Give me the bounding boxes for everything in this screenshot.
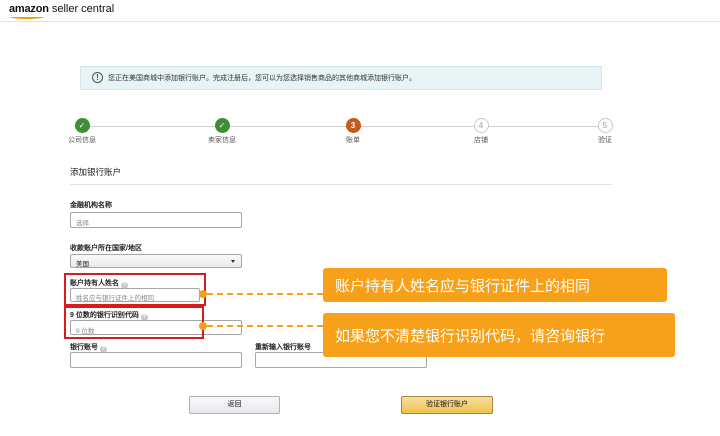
account-confirm-label: 重新输入银行账号	[255, 344, 311, 351]
verify-bank-account-button[interactable]: 验证银行账户	[401, 396, 493, 414]
routing-tip-callout: 如果您不清楚银行识别代码，请咨询银行	[323, 313, 675, 357]
step-current-number: 3	[345, 118, 361, 133]
info-banner: ! 您正在美国商城中添加银行账户。完成注册后，您可以为您选择销售商品的其他商城添…	[80, 66, 602, 90]
routing-connector-dot	[199, 322, 207, 330]
step-pending-number: 4	[473, 118, 489, 133]
step-label: 公司信息	[68, 137, 96, 144]
logo-brand: amazon	[9, 3, 49, 15]
amazon-seller-central-logo[interactable]: amazon seller central	[9, 3, 115, 19]
step-label: 验证	[598, 137, 612, 144]
step-done-check-icon: ✓	[214, 118, 230, 133]
account-number-input[interactable]	[70, 352, 242, 368]
step-billing: 3 账单	[323, 118, 383, 145]
step-verification: 5 验证	[575, 118, 635, 145]
logo-smile-icon	[10, 15, 44, 19]
section-title: 添加银行账户	[70, 167, 122, 177]
country-select[interactable]: 美国	[70, 254, 242, 268]
registration-stepper: ✓ 公司信息 ✓ 卖家信息 3 账单 4 店铺 5 验证	[66, 118, 626, 148]
back-button[interactable]: 返回	[189, 396, 280, 414]
institution-label: 金融机构名称	[70, 202, 112, 209]
step-label: 账单	[346, 137, 360, 144]
holder-connector-line	[207, 293, 323, 295]
chevron-down-icon	[231, 260, 235, 263]
top-header: amazon seller central	[0, 0, 720, 22]
institution-input[interactable]: 选择	[70, 212, 242, 228]
step-done-check-icon: ✓	[74, 118, 90, 133]
holder-name-tip-callout: 账户持有人姓名应与银行证件上的相同	[323, 268, 667, 302]
step-pending-number: 5	[597, 118, 613, 133]
step-store: 4 店铺	[451, 118, 511, 145]
routing-highlight-box	[64, 306, 204, 339]
step-label: 店铺	[474, 137, 488, 144]
holder-connector-dot	[199, 290, 207, 298]
step-company-info: ✓ 公司信息	[52, 118, 112, 145]
step-seller-info: ✓ 卖家信息	[192, 118, 252, 145]
country-label: 收款账户所在国家/地区	[70, 245, 142, 252]
info-icon: !	[92, 72, 103, 83]
logo-product: seller central	[51, 3, 115, 15]
step-label: 卖家信息	[208, 137, 236, 144]
account-number-label-text: 银行账号	[70, 344, 98, 351]
section-divider	[70, 184, 612, 185]
country-select-value: 美国	[76, 261, 89, 268]
holder-highlight-box	[64, 273, 206, 306]
routing-connector-line	[207, 325, 323, 327]
info-banner-text: 您正在美国商城中添加银行账户。完成注册后，您可以为您选择销售商品的其他商城添加银…	[108, 75, 416, 82]
